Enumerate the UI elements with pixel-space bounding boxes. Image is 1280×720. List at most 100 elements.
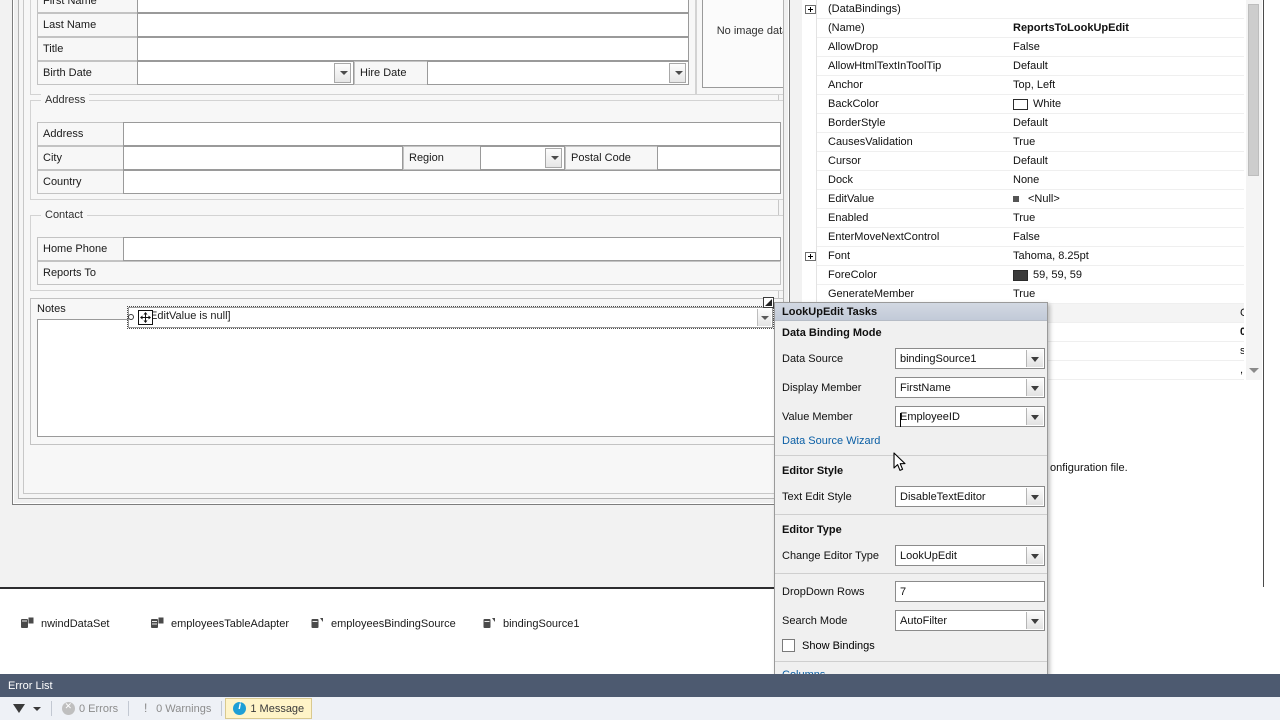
row-text-edit-style[interactable]: Text Edit Style DisableTextEditor [775, 482, 1047, 511]
property-value[interactable]: None [1013, 174, 1244, 186]
property-value[interactable]: Tahoma, 8.25pt [1013, 250, 1244, 262]
property-value[interactable]: Default [1013, 155, 1244, 167]
input-title[interactable] [137, 37, 689, 61]
property-row[interactable]: AllowHtmlTextInToolTip Default [817, 57, 1244, 76]
property-row[interactable]: Enabled True [817, 209, 1244, 228]
property-row[interactable]: Anchor Top, Left [817, 76, 1244, 95]
select-text-edit-style[interactable]: DisableTextEditor [895, 486, 1045, 507]
field-row-city-region-postal[interactable]: City Region Postal Code [37, 146, 781, 170]
property-row[interactable]: BackColor White [817, 95, 1244, 114]
messages-toggle-button[interactable]: 1 Message [225, 698, 313, 719]
select-change-editor-type[interactable]: LookUpEdit [895, 545, 1045, 566]
property-row[interactable]: ForeColor 59, 59, 59 [817, 266, 1244, 285]
property-value-with-swatch[interactable]: White [1013, 98, 1244, 110]
property-row[interactable]: EditValue <Null> [817, 190, 1244, 209]
property-row[interactable]: (Name) ReportsToLookUpEdit [817, 19, 1244, 38]
property-value[interactable]: Default [1013, 117, 1244, 129]
chevron-down-icon[interactable] [1026, 379, 1043, 396]
property-value-with-swatch[interactable]: 59, 59, 59 [1013, 269, 1244, 281]
input-home-phone[interactable] [123, 237, 781, 261]
expand-plus-icon[interactable] [805, 4, 816, 14]
field-row-birth-hire-date[interactable]: Birth Date Hire Date [37, 61, 689, 85]
row-dropdown-rows[interactable]: DropDown Rows 7 [775, 577, 1047, 606]
row-display-member[interactable]: Display Member FirstName [775, 373, 1047, 402]
reports-to-dropdown-button[interactable] [757, 309, 771, 326]
select-search-mode[interactable]: AutoFilter [895, 610, 1045, 631]
property-value[interactable]: True [1013, 136, 1244, 148]
tray-item-employees-table-adapter[interactable]: employeesTableAdapter [150, 616, 289, 631]
input-address[interactable] [123, 122, 781, 146]
photo-placeholder[interactable]: No image data [702, 0, 783, 88]
input-country[interactable] [123, 170, 781, 194]
input-city[interactable] [123, 146, 403, 170]
link-data-source-wizard[interactable]: Data Source Wizard [775, 431, 1047, 452]
row-data-source[interactable]: Data Source bindingSource1 [775, 344, 1047, 373]
properties-scrollbar[interactable] [1246, 0, 1262, 380]
form-designer-surface[interactable]: Title Of Courtesy First Name Last Name [0, 0, 802, 587]
error-list-toolbar[interactable]: 0 Errors ! 0 Warnings 1 Message [0, 697, 1280, 720]
field-row-first-name[interactable]: First Name [37, 0, 689, 13]
tray-item-nwind-dataset[interactable]: nwindDataSet [20, 616, 110, 631]
property-row[interactable]: Dock None [817, 171, 1244, 190]
tasks-panel-body[interactable]: Data Binding Mode Data Source bindingSou… [775, 321, 1047, 720]
property-value[interactable]: Top, Left [1013, 79, 1244, 91]
property-row[interactable]: Cursor Default [817, 152, 1244, 171]
form-client-area[interactable]: Title Of Courtesy First Name Last Name [18, 0, 784, 499]
row-search-mode[interactable]: Search Mode AutoFilter [775, 606, 1047, 635]
field-row-title[interactable]: Title [37, 37, 689, 61]
property-value[interactable]: Default [1013, 60, 1244, 72]
scrollbar-thumb[interactable] [1248, 4, 1259, 176]
checkbox-show-bindings[interactable] [782, 639, 795, 652]
reports-to-lookupedit-control[interactable]: [EditValue is null] [127, 306, 774, 329]
field-row-address[interactable]: Address [37, 122, 781, 146]
field-row-reports-to[interactable]: Reports To [37, 261, 781, 285]
property-value-editvalue[interactable]: <Null> [1013, 193, 1244, 205]
chevron-down-icon[interactable] [1026, 408, 1043, 425]
warnings-toggle-button[interactable]: ! 0 Warnings [132, 698, 218, 719]
chevron-down-icon[interactable] [1026, 350, 1043, 367]
input-hire-date[interactable] [427, 61, 689, 85]
property-value[interactable]: False [1013, 231, 1244, 243]
select-display-member[interactable]: FirstName [895, 377, 1045, 398]
filter-button[interactable] [6, 698, 48, 719]
input-birth-date[interactable] [137, 61, 354, 85]
input-region[interactable] [480, 146, 565, 170]
input-postal-code[interactable] [657, 146, 781, 170]
select-value-member[interactable]: EmployeeID [895, 406, 1045, 427]
layout-control-root[interactable]: Title Of Courtesy First Name Last Name [23, 0, 783, 494]
input-notes[interactable] [37, 319, 783, 437]
errors-toggle-button[interactable]: 0 Errors [55, 698, 125, 719]
smart-tag-glyph[interactable] [763, 297, 774, 308]
chevron-down-icon[interactable] [1026, 547, 1043, 564]
input-dropdown-rows[interactable]: 7 [895, 581, 1045, 602]
row-show-bindings[interactable]: Show Bindings [775, 635, 1047, 658]
design-form-window[interactable]: Title Of Courtesy First Name Last Name [12, 0, 790, 505]
property-row[interactable]: (DataBindings) [805, 0, 1244, 19]
lookupedit-tasks-panel[interactable]: LookUpEdit Tasks Data Binding Mode Data … [774, 302, 1048, 720]
field-row-country[interactable]: Country [37, 170, 781, 194]
input-last-name[interactable] [137, 13, 689, 37]
property-value[interactable]: True [1013, 288, 1244, 300]
scroll-down-arrow-icon[interactable] [1249, 368, 1259, 373]
selection-grip-handle[interactable] [128, 314, 134, 320]
field-row-home-phone[interactable]: Home Phone [37, 237, 781, 261]
property-value[interactable]: ReportsToLookUpEdit [1013, 22, 1244, 34]
property-row[interactable]: AllowDrop False [817, 38, 1244, 57]
property-row[interactable]: BorderStyle Default [817, 114, 1244, 133]
row-value-member[interactable]: Value Member EmployeeID [775, 402, 1047, 431]
property-row[interactable]: CausesValidation True [817, 133, 1244, 152]
property-row[interactable]: Font Tahoma, 8.25pt [805, 247, 1244, 266]
chevron-down-icon[interactable] [1026, 612, 1043, 629]
field-row-last-name[interactable]: Last Name [37, 13, 689, 37]
expand-plus-icon[interactable] [805, 251, 816, 261]
property-row[interactable]: EnterMoveNextControl False [817, 228, 1244, 247]
tray-item-binding-source1[interactable]: bindingSource1 [482, 616, 579, 631]
tray-item-employees-binding-source[interactable]: employeesBindingSource [310, 616, 456, 631]
property-value[interactable]: True [1013, 212, 1244, 224]
error-list-panel[interactable]: Error List 0 Errors ! 0 Warnings 1 Messa… [0, 674, 1280, 720]
select-data-source[interactable]: bindingSource1 [895, 348, 1045, 369]
input-first-name[interactable] [137, 0, 689, 13]
row-change-editor-type[interactable]: Change Editor Type LookUpEdit [775, 541, 1047, 570]
property-value[interactable]: False [1013, 41, 1244, 53]
chevron-down-icon[interactable] [1026, 488, 1043, 505]
